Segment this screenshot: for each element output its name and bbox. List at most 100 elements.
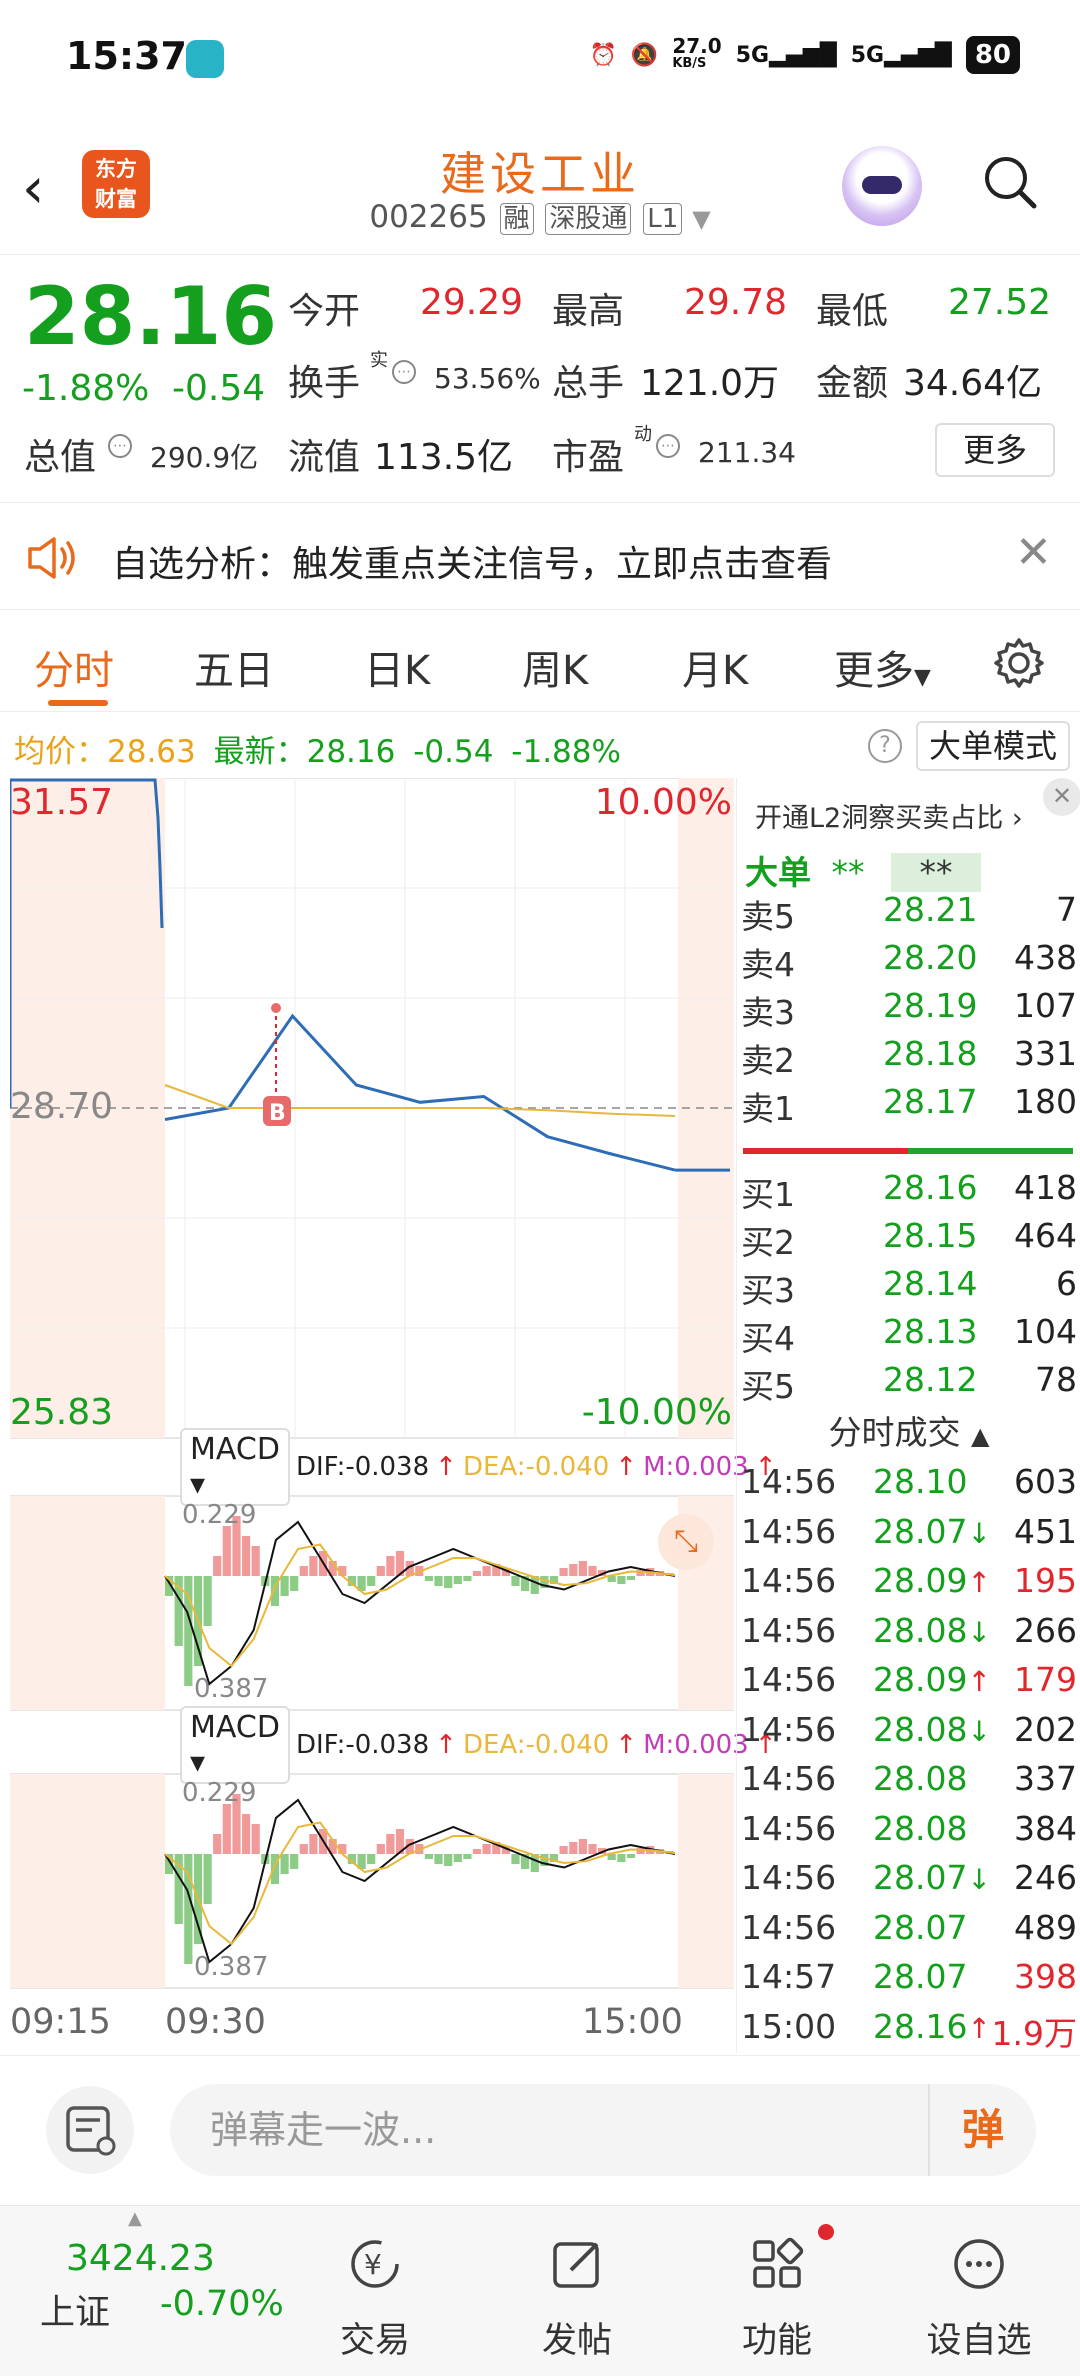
stock-code-row[interactable]: 002265 融 深股通 L1 ▼ (0, 198, 1080, 235)
macd-bar (386, 1834, 395, 1854)
macd-bar (309, 1834, 318, 1854)
ask-price: 28.20 (883, 938, 978, 977)
chevron-down-icon: ▼ (914, 665, 931, 690)
tick-row: 14:56 28.08 337 (741, 1759, 1077, 1808)
macd-bottom-label-2: 0.387 (194, 1952, 269, 1982)
bid-ask-ratio-bar (743, 1148, 1073, 1154)
macd-bar (511, 1854, 520, 1864)
close-icon[interactable]: ✕ (1043, 778, 1080, 816)
tick-row: 14:56 28.09↑ 179 (741, 1660, 1077, 1709)
nav-post[interactable]: 发帖 (512, 2236, 642, 2363)
chart-tabs: 分时 五日 日K 周K 月K 更多▼ (0, 612, 1080, 712)
nav-trade[interactable]: ¥ 交易 (310, 2236, 440, 2363)
macd-bar (434, 1854, 443, 1864)
price-low-label: 25.83 (10, 1392, 114, 1433)
macd-select-2[interactable]: MACD ▾ (180, 1706, 290, 1784)
connect-tag: 深股通 (545, 203, 632, 235)
margin-tag: 融 (499, 203, 534, 235)
signal-icon-1: 5G▂▄▆█ (735, 42, 837, 68)
status-icons: ⏰ 🔕 27.0 KB/S 5G▂▄▆█ 5G▂▄▆█ 80 (590, 30, 1020, 80)
macd-bar (511, 1576, 520, 1586)
nav-functions[interactable]: 功能 (712, 2236, 842, 2363)
intraday-info-bar: 均价：28.63 最新：28.16 -0.54 -1.88% ? 大单模式 (0, 716, 1080, 776)
big-order-mode-button[interactable]: 大单模式 (916, 721, 1070, 771)
tab-weekly-k[interactable]: 周K (522, 638, 588, 696)
tab-five-day[interactable]: 五日 (194, 638, 274, 696)
macd-bar (453, 1576, 462, 1584)
tab-more[interactable]: 更多▼ (834, 638, 931, 696)
tab-daily-k[interactable]: 日K (364, 638, 430, 696)
macd-bar (309, 1556, 318, 1576)
pe-value: 211.34 (698, 436, 796, 469)
macd-bar (290, 1854, 299, 1869)
l2-promo-link[interactable]: 开通L2洞察买卖占比 › (755, 796, 1023, 835)
pct-low-label: -10.00% (581, 1392, 732, 1433)
signal-icon-2: 5G▂▄▆█ (850, 42, 952, 68)
tick-volume: 384 (1014, 1808, 1077, 1848)
amount-value: 34.64亿 (903, 363, 1043, 404)
danmaku-send-button[interactable]: 弹 (928, 2084, 1036, 2176)
index-change[interactable]: -0.70% (160, 2284, 284, 2324)
trade-icon: ¥ (351, 2240, 399, 2288)
settings-gear-icon[interactable] (992, 636, 1046, 690)
close-icon[interactable]: ✕ (1015, 527, 1052, 578)
bid-level: 买4 (741, 1319, 795, 1358)
tick-price: 28.08 (873, 1759, 968, 1798)
more-button[interactable]: 更多 (935, 423, 1055, 477)
tab-intraday[interactable]: 分时 (34, 638, 114, 696)
bid-row: 买5 28.12 78 (741, 1360, 1077, 1408)
tick-volume: 1.9万 (991, 2013, 1077, 2053)
notice-banner[interactable]: 自选分析：触发重点关注信号，立即点击查看 ✕ (0, 505, 1080, 610)
danmaku-input[interactable]: 弹幕走一波... (170, 2084, 1036, 2176)
index-name[interactable]: 上证 (40, 2284, 110, 2335)
macd-select-1[interactable]: MACD ▾ (180, 1428, 290, 1506)
mute-icon: 🔕 (630, 42, 659, 68)
tick-volume: 195 (1014, 1561, 1077, 1600)
bid-volume: 104 (1014, 1312, 1077, 1351)
bid-level: 买1 (741, 1175, 795, 1214)
tick-time: 14:56 (741, 1858, 837, 1897)
bid-price: 28.13 (883, 1312, 978, 1351)
tick-price: 28.16↑ (873, 2006, 991, 2046)
assistant-robot-icon[interactable] (842, 146, 922, 226)
tick-row: 14:56 28.10 603 (741, 1462, 1077, 1511)
amount-label: 金额 (816, 363, 889, 404)
tick-time: 14:56 (741, 1462, 837, 1501)
macd-bar (472, 1571, 482, 1576)
tick-volume: 603 (1014, 1462, 1077, 1501)
tick-row: 14:56 28.07↓ 246 (741, 1858, 1077, 1907)
ask-level: 卖5 (741, 897, 795, 936)
macd-bar (463, 1576, 472, 1581)
tick-row: 14:56 28.08↓ 266 (741, 1611, 1077, 1660)
turnover-sup: 实 (370, 350, 388, 371)
macd-legend-1: MACD ▾ DIF:-0.038 ↑ DEA:-0.040 ↑ M:0.003 ↑ (180, 1428, 777, 1506)
search-icon[interactable] (982, 154, 1038, 210)
nav-add-watchlist[interactable]: 设自选 (914, 2236, 1044, 2363)
ask-price: 28.19 (883, 986, 978, 1025)
comment-list-icon[interactable] (46, 2086, 134, 2174)
macd-bar (213, 1556, 222, 1576)
info-icon[interactable]: ⋯ (656, 434, 680, 458)
info-icon[interactable]: ⋯ (392, 360, 416, 384)
tab-monthly-k[interactable]: 月K (682, 638, 748, 696)
tick-time: 14:56 (741, 1759, 837, 1798)
expand-icon[interactable]: ⤡ (658, 1514, 714, 1570)
macd-bar (444, 1854, 453, 1866)
intraday-chart[interactable]: B 31.57 10.00% 28.70 25.83 -10.00% MACD … (10, 778, 777, 2042)
notice-text: 自选分析：触发重点关注信号，立即点击查看 (112, 544, 833, 585)
ticks-header[interactable]: 分时成交 ▲ (737, 1406, 1080, 1454)
ask-volume: 107 (1014, 986, 1077, 1025)
bid-price: 28.16 (883, 1168, 978, 1207)
index-value[interactable]: 3424.23 (66, 2238, 215, 2279)
stock-code: 002265 (369, 199, 488, 235)
macd-bar (203, 1854, 212, 1904)
level-tag: L1 (643, 203, 683, 235)
macd-bar (222, 1804, 231, 1854)
macd-bar (367, 1576, 376, 1586)
help-icon[interactable]: ? (868, 729, 902, 763)
ask-row: 卖2 28.18 331 (741, 1034, 1077, 1082)
info-icon[interactable]: ⋯ (108, 434, 132, 458)
dropdown-icon[interactable]: ▼ (692, 205, 710, 233)
price-mid-label: 28.70 (10, 1086, 114, 1127)
tick-price: 28.08↓ (873, 1709, 991, 1749)
